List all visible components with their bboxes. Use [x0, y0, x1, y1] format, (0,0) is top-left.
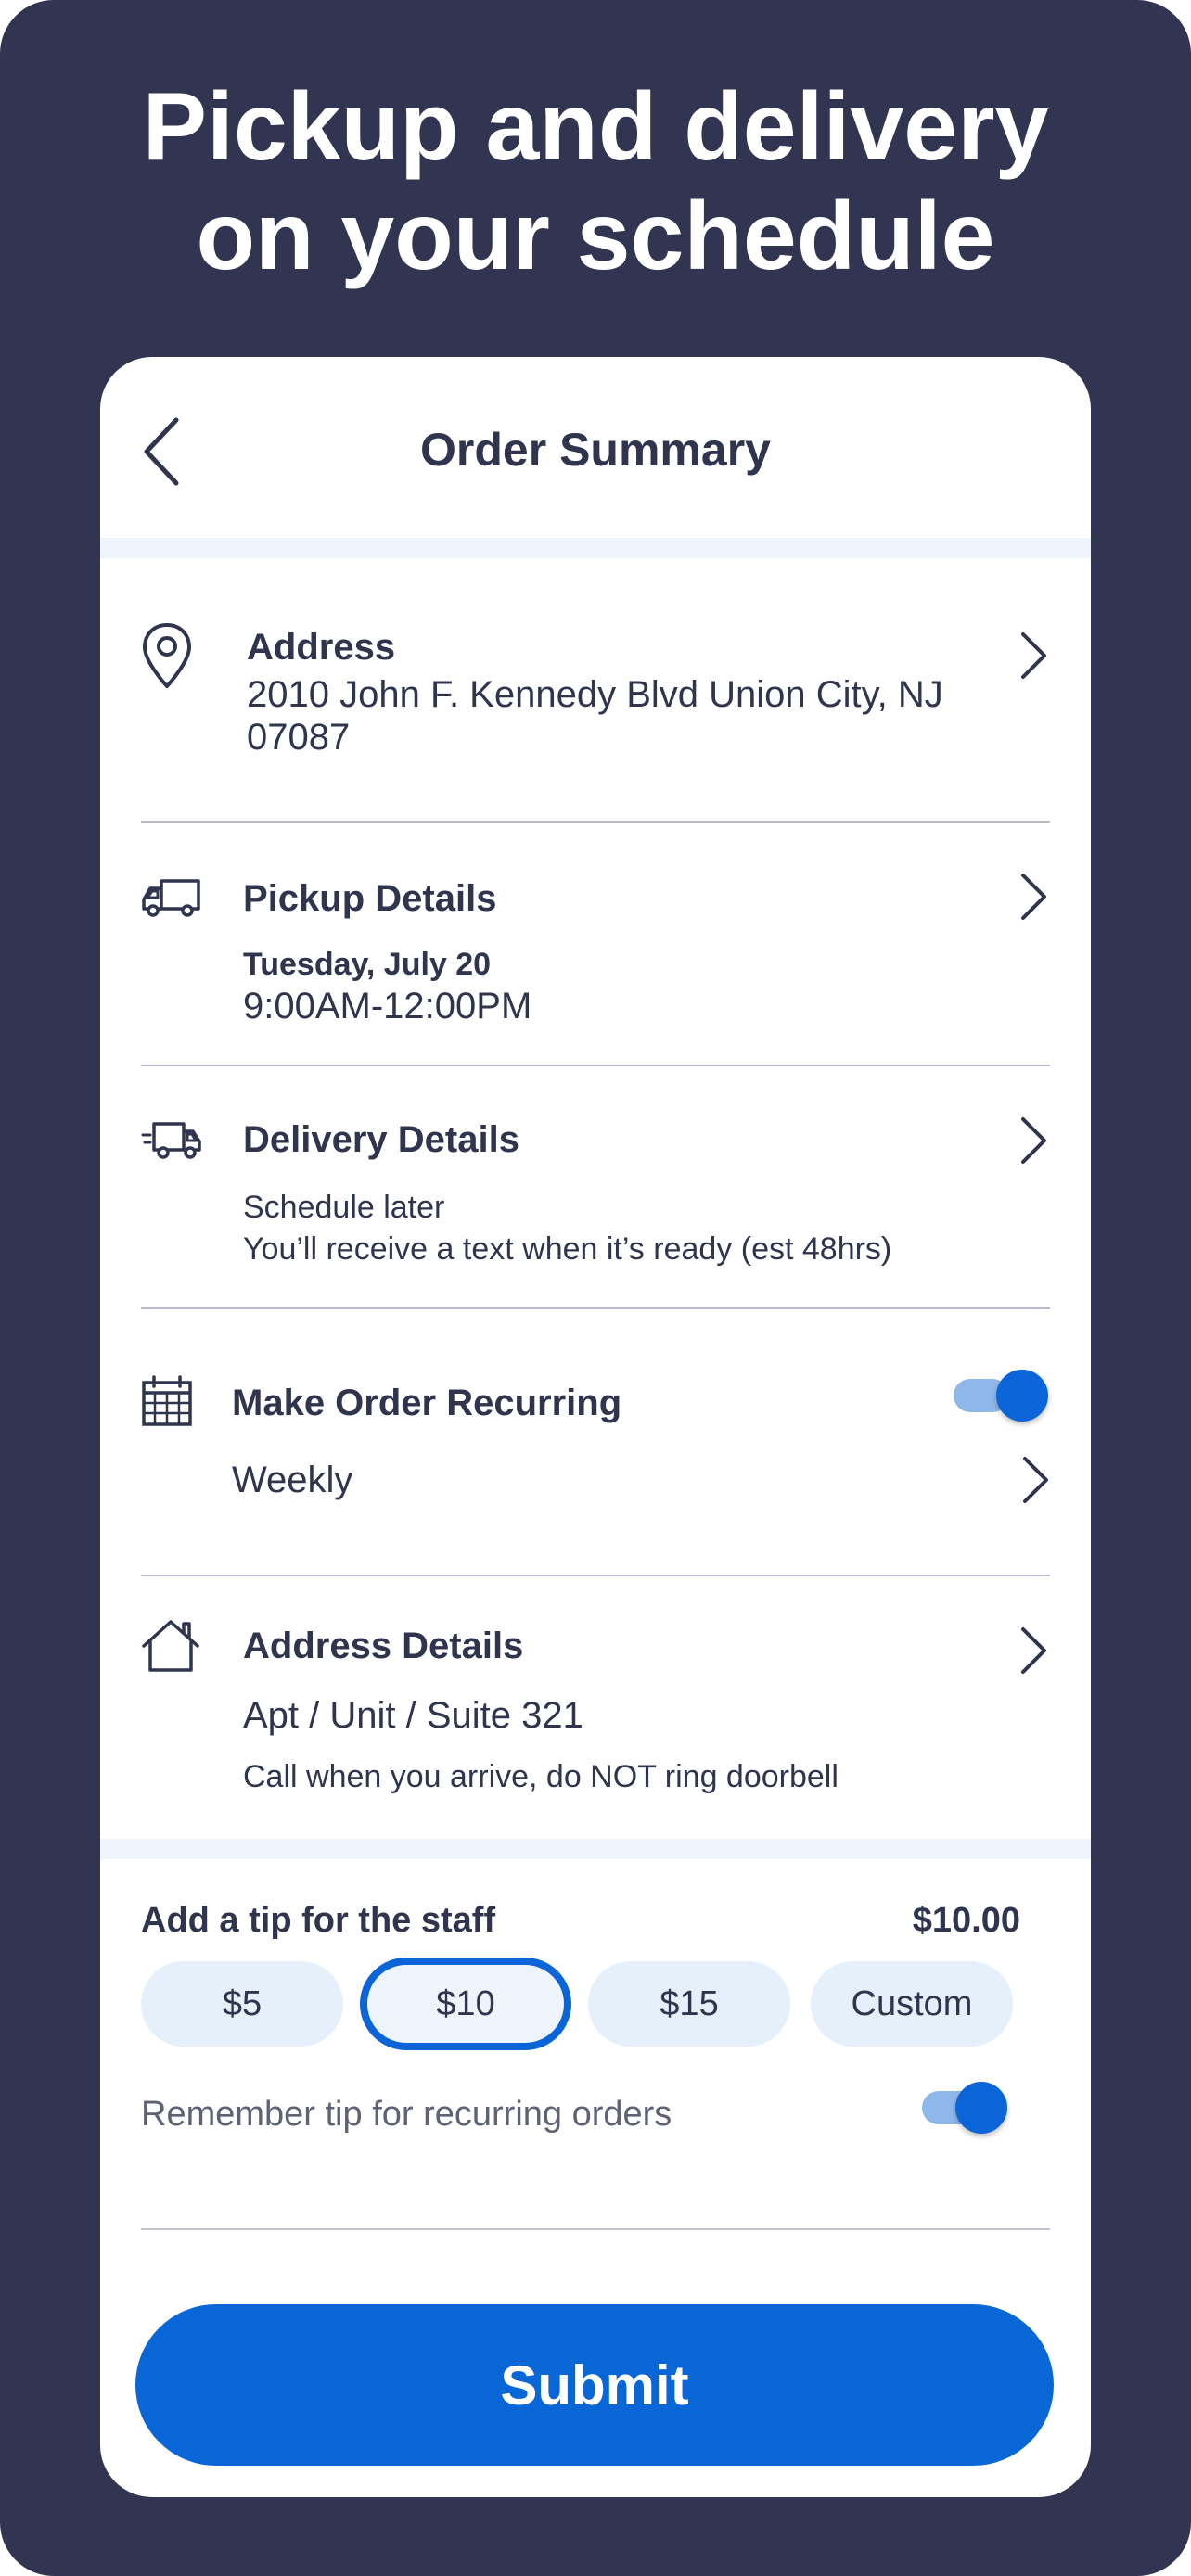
section-band	[100, 538, 1091, 558]
divider	[141, 1575, 1050, 1576]
divider	[141, 821, 1050, 823]
app-frame: Pickup and delivery on your schedule Ord…	[0, 0, 1191, 2576]
delivery-title: Delivery Details	[243, 1119, 519, 1160]
tip-option-10[interactable]: $10	[360, 1958, 571, 2050]
address-title: Address	[247, 627, 396, 668]
section-band	[100, 1839, 1091, 1859]
submit-button[interactable]: Submit	[135, 2304, 1054, 2466]
pickup-time: 9:00AM-12:00PM	[243, 986, 532, 1027]
toggle-knob	[955, 2082, 1007, 2134]
chevron-right-icon[interactable]	[1018, 872, 1048, 922]
divider	[141, 1065, 1050, 1066]
divider	[141, 1307, 1050, 1309]
address-row[interactable]: Address 2010 John F. Kennedy Blvd Union …	[141, 621, 1050, 825]
tip-label: Add a tip for the staff	[141, 1901, 496, 1940]
chevron-right-icon	[1023, 1457, 1048, 1503]
address-details-title: Address Details	[243, 1626, 524, 1666]
chevron-right-icon	[1021, 632, 1046, 679]
headline-line-2: on your schedule	[196, 183, 995, 290]
pickup-title: Pickup Details	[243, 878, 497, 919]
remember-tip-label: Remember tip for recurring orders	[141, 2095, 672, 2134]
recurring-frequency: Weekly	[232, 1460, 353, 1500]
address-line-1: 2010 John F. Kennedy Blvd Union City, NJ	[247, 674, 943, 715]
truck-icon	[142, 879, 200, 917]
pickup-date: Tuesday, July 20	[243, 947, 492, 982]
address-details-unit: Apt / Unit / Suite 321	[243, 1695, 583, 1736]
delivery-truck-icon	[141, 1122, 201, 1159]
page-title: Order Summary	[420, 424, 771, 476]
chevron-right-icon[interactable]	[1018, 1116, 1048, 1166]
delivery-status: Schedule later	[243, 1190, 445, 1225]
chevron-right-icon	[1021, 1627, 1046, 1674]
tip-amount: $10.00	[912, 1901, 1020, 1940]
recurring-toggle[interactable]	[954, 1368, 1050, 1423]
marketing-headline: Pickup and delivery on your schedule	[0, 72, 1191, 291]
toggle-knob	[996, 1370, 1048, 1422]
address-line-2: 07087	[247, 717, 351, 758]
divider	[141, 2228, 1050, 2230]
calendar-icon	[142, 1375, 192, 1426]
map-pin-icon	[143, 623, 191, 688]
tip-option-custom[interactable]: Custom	[811, 1961, 1013, 2047]
recurring-title: Make Order Recurring	[232, 1383, 622, 1423]
headline-line-1: Pickup and delivery	[142, 73, 1049, 181]
house-icon	[142, 1620, 199, 1672]
remember-tip-toggle[interactable]	[913, 2080, 1009, 2136]
tip-option-5[interactable]: $5	[141, 1961, 343, 2047]
order-summary-card: Order Summary Address 2010 John F. Kenne…	[100, 357, 1091, 2497]
delivery-note: You’ll receive a text when it’s ready (e…	[243, 1231, 892, 1267]
address-details-instructions: Call when you arrive, do NOT ring doorbe…	[243, 1759, 839, 1794]
recurring-frequency-row[interactable]: Weekly	[232, 1451, 1067, 1512]
tip-option-15[interactable]: $15	[588, 1961, 790, 2047]
